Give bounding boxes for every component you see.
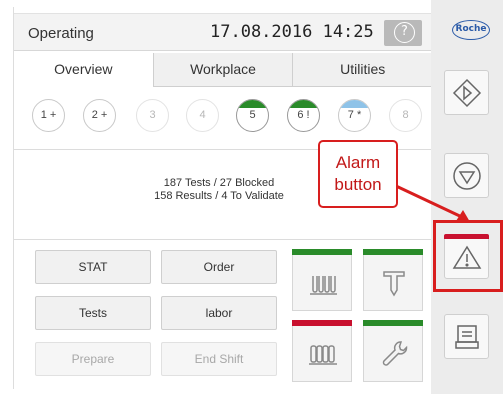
rack-label: 4 (199, 109, 206, 121)
rack-label: 3 (149, 109, 156, 121)
end-shift-button[interactable]: End Shift (161, 342, 277, 376)
callout-text-line1: Alarm (335, 153, 381, 172)
start-icon (452, 78, 482, 108)
tests-button[interactable]: Tests (35, 296, 151, 330)
tab-workplace[interactable]: Workplace (152, 53, 293, 86)
print-button[interactable] (444, 314, 489, 359)
status-bar: Operating 17.08.2016 14:25 ? (14, 13, 432, 51)
results-counter: 158 Results / 4 To Validate (154, 190, 284, 202)
reagent-cartridges-icon (309, 345, 337, 365)
rack-label: 8 (402, 109, 409, 121)
rack-status-row: 1 + 2 + 3 4 5 6 ! 7 * 8 (32, 99, 432, 135)
tile-status-bar (292, 249, 352, 255)
order-button[interactable]: Order (161, 250, 277, 284)
rack-label: 2 + (91, 109, 108, 121)
pipette-icon (383, 271, 405, 297)
sample-area-tile[interactable] (292, 249, 352, 311)
start-button[interactable] (444, 70, 489, 115)
rack-label: 1 + (40, 109, 57, 121)
tests-counter: 187 Tests / 27 Blocked (163, 177, 275, 189)
print-icon (455, 325, 479, 349)
rack-status-cap (237, 100, 268, 108)
rack-label: 5 (249, 109, 256, 121)
maintenance-tile[interactable] (363, 320, 423, 382)
reagent-tile[interactable] (292, 320, 352, 382)
rack-status-cap (288, 100, 319, 108)
rack-label: 7 * (347, 109, 362, 121)
divider (14, 239, 432, 240)
help-button[interactable]: ? (384, 20, 422, 46)
date-time: 17.08.2016 14:25 (210, 22, 374, 42)
rack-5[interactable]: 5 (236, 99, 269, 132)
rack-7[interactable]: 7 * (338, 99, 371, 132)
rack-label: 6 ! (297, 109, 310, 121)
stop-icon (453, 162, 481, 190)
rack-6[interactable]: 6 ! (287, 99, 320, 132)
wrench-icon (382, 341, 408, 366)
tile-status-bar (363, 249, 423, 255)
alarm-callout: Alarm button (318, 140, 398, 208)
rack-4[interactable]: 4 (186, 99, 219, 132)
roche-logo: Roche (452, 20, 490, 40)
labor-button[interactable]: labor (161, 296, 277, 330)
system-status: Operating (28, 25, 94, 42)
sample-tubes-icon (310, 276, 337, 295)
callout-text-line2: button (334, 175, 382, 194)
help-icon: ? (394, 22, 415, 43)
stat-button[interactable]: STAT (35, 250, 151, 284)
tab-overview[interactable]: Overview (14, 53, 153, 87)
tile-status-bar (292, 320, 352, 326)
rack-8[interactable]: 8 (389, 99, 422, 132)
tab-bar: Overview Workplace Utilities (14, 53, 433, 87)
tile-status-bar (363, 320, 423, 326)
stop-button[interactable] (444, 153, 489, 198)
rack-status-cap (339, 100, 370, 108)
rack-3[interactable]: 3 (136, 99, 169, 132)
rack-1[interactable]: 1 + (32, 99, 65, 132)
prepare-button[interactable]: Prepare (35, 342, 151, 376)
pipetting-tile[interactable] (363, 249, 423, 311)
test-counters[interactable]: 187 Tests / 27 Blocked 158 Results / 4 T… (104, 177, 334, 203)
tab-utilities[interactable]: Utilities (292, 53, 433, 86)
rack-2[interactable]: 2 + (83, 99, 116, 132)
alarm-button-highlight (433, 220, 503, 292)
